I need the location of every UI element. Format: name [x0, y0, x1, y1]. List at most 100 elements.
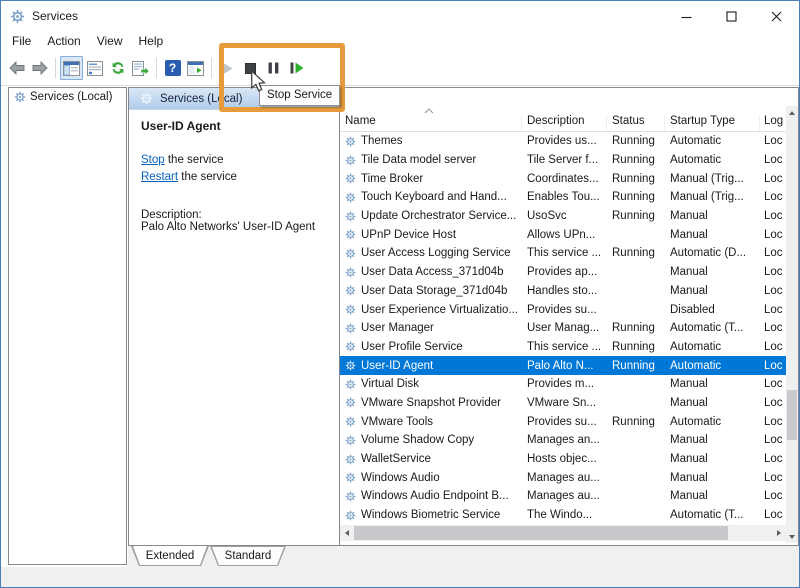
services-window: Services File Action View Help — [0, 0, 800, 588]
service-row[interactable]: Themes Provides us... Running Automatic … — [340, 132, 786, 151]
service-row[interactable]: Windows Biometric Service The Windo... A… — [340, 506, 786, 525]
service-gear-icon — [345, 267, 356, 278]
close-button[interactable] — [754, 1, 799, 31]
stop-service-line: Stop the service — [141, 152, 327, 169]
minimize-icon — [680, 10, 693, 23]
forward-icon — [31, 61, 49, 75]
service-row[interactable]: User Access Logging Service This service… — [340, 244, 786, 263]
menu-help[interactable]: Help — [131, 32, 172, 50]
status-strip — [1, 567, 799, 587]
service-gear-icon — [345, 416, 356, 427]
service-row[interactable]: User Data Access_371d04b Provides ap... … — [340, 263, 786, 282]
back-button[interactable] — [5, 56, 28, 80]
extended-info-panel: Services (Local) User-ID Agent Stop the … — [129, 88, 340, 545]
export-list-button[interactable] — [129, 56, 152, 80]
title-bar: Services — [1, 1, 799, 31]
properties-button[interactable] — [83, 56, 106, 80]
column-header-startup-type[interactable]: Startup Type — [665, 115, 760, 131]
service-row[interactable]: Time Broker Coordinates... Running Manua… — [340, 169, 786, 188]
service-gear-icon — [345, 248, 356, 259]
restart-service-link[interactable]: Restart — [141, 171, 178, 183]
tree-item-label: Services (Local) — [30, 91, 112, 103]
menu-action[interactable]: Action — [39, 32, 88, 50]
show-console-tree-button[interactable] — [60, 56, 83, 80]
scroll-down-arrow[interactable] — [786, 530, 798, 543]
scroll-right-arrow[interactable] — [772, 525, 786, 541]
console-tree-panel: Services (Local) — [8, 87, 127, 565]
service-gear-icon — [345, 510, 356, 521]
service-gear-icon — [345, 397, 356, 408]
column-header-log-on-as[interactable]: Log — [760, 115, 786, 131]
show-extended-view-button[interactable] — [184, 56, 207, 80]
service-row[interactable]: Update Orchestrator Service... UsoSvc Ru… — [340, 207, 786, 226]
menu-view[interactable]: View — [89, 32, 131, 50]
service-gear-icon — [345, 155, 356, 166]
service-gear-icon — [345, 360, 356, 371]
refresh-button[interactable] — [106, 56, 129, 80]
minimize-button[interactable] — [664, 1, 709, 31]
horizontal-scrollbar[interactable] — [340, 525, 786, 541]
service-row[interactable]: Virtual Disk Provides m... Manual Loc — [340, 375, 786, 394]
mouse-cursor — [250, 70, 267, 98]
service-gear-icon — [345, 491, 356, 502]
service-gear-icon — [345, 173, 356, 184]
help-button[interactable]: ? — [161, 56, 184, 80]
services-node-icon — [14, 91, 26, 103]
horizontal-scrollbar-thumb[interactable] — [354, 526, 728, 540]
back-icon — [8, 61, 26, 75]
service-row[interactable]: User-ID Agent Palo Alto N... Running Aut… — [340, 356, 786, 375]
close-icon — [770, 10, 783, 23]
service-row[interactable]: Windows Audio Endpoint B... Manages au..… — [340, 487, 786, 506]
service-row[interactable]: Tile Data model server Tile Server f... … — [340, 151, 786, 170]
tree-item-services-local[interactable]: Services (Local) — [9, 88, 126, 106]
tab-extended[interactable]: Extended — [131, 546, 209, 566]
toolbar-separator — [211, 58, 212, 78]
tab-standard-label: Standard — [210, 546, 286, 566]
service-row[interactable]: Volume Shadow Copy Manages an... Manual … — [340, 431, 786, 450]
maximize-icon — [725, 10, 738, 23]
services-list: Themes Provides us... Running Automatic … — [340, 132, 786, 525]
service-row[interactable]: VMware Snapshot Provider VMware Sn... Ma… — [340, 394, 786, 413]
service-row[interactable]: UPnP Device Host Allows UPn... Manual Lo… — [340, 225, 786, 244]
service-row[interactable]: User Manager User Manag... Running Autom… — [340, 319, 786, 338]
scroll-up-arrow[interactable] — [786, 106, 798, 119]
tab-extended-label: Extended — [131, 546, 209, 566]
tab-standard[interactable]: Standard — [210, 546, 286, 566]
window-title: Services — [32, 9, 78, 23]
service-row[interactable]: User Data Storage_371d04b Handles sto...… — [340, 282, 786, 301]
stop-service-tooltip: Stop Service — [259, 85, 340, 106]
toolbar-separator — [55, 58, 56, 78]
description-text: Palo Alto Networks' User-ID Agent — [141, 221, 327, 233]
service-gear-icon — [345, 454, 356, 465]
services-app-icon — [10, 9, 25, 24]
refresh-icon — [110, 60, 126, 76]
service-gear-icon — [345, 472, 356, 483]
scroll-left-arrow[interactable] — [340, 525, 354, 541]
service-row[interactable]: User Experience Virtualizatio... Provide… — [340, 300, 786, 319]
maximize-button[interactable] — [709, 1, 754, 31]
restart-service-line: Restart the service — [141, 169, 327, 186]
service-gear-icon — [345, 341, 356, 352]
details-pane: Services (Local) User-ID Agent Stop the … — [128, 87, 799, 546]
service-gear-icon — [345, 304, 356, 315]
description-label: Description: — [141, 209, 327, 221]
service-row[interactable]: Windows Audio Manages au... Manual Loc — [340, 468, 786, 487]
vertical-scrollbar-thumb[interactable] — [787, 390, 797, 440]
service-row[interactable]: VMware Tools Provides su... Running Auto… — [340, 412, 786, 431]
column-header-description[interactable]: Description — [522, 115, 607, 131]
export-list-icon — [132, 61, 149, 76]
sort-ascending-icon — [424, 101, 434, 119]
column-header-status[interactable]: Status — [607, 115, 665, 131]
properties-icon — [87, 61, 103, 76]
vertical-scrollbar[interactable] — [786, 106, 798, 543]
service-gear-icon — [345, 229, 356, 240]
service-gear-icon — [345, 211, 356, 222]
toolbar-separator — [156, 58, 157, 78]
service-row[interactable]: WalletService Hosts objec... Manual Loc — [340, 450, 786, 469]
stop-service-link[interactable]: Stop — [141, 154, 165, 166]
service-row[interactable]: User Profile Service This service ... Ru… — [340, 338, 786, 357]
service-row[interactable]: Touch Keyboard and Hand... Enables Tou..… — [340, 188, 786, 207]
menu-file[interactable]: File — [4, 32, 39, 50]
forward-button[interactable] — [28, 56, 51, 80]
show-console-tree-icon — [63, 61, 80, 76]
